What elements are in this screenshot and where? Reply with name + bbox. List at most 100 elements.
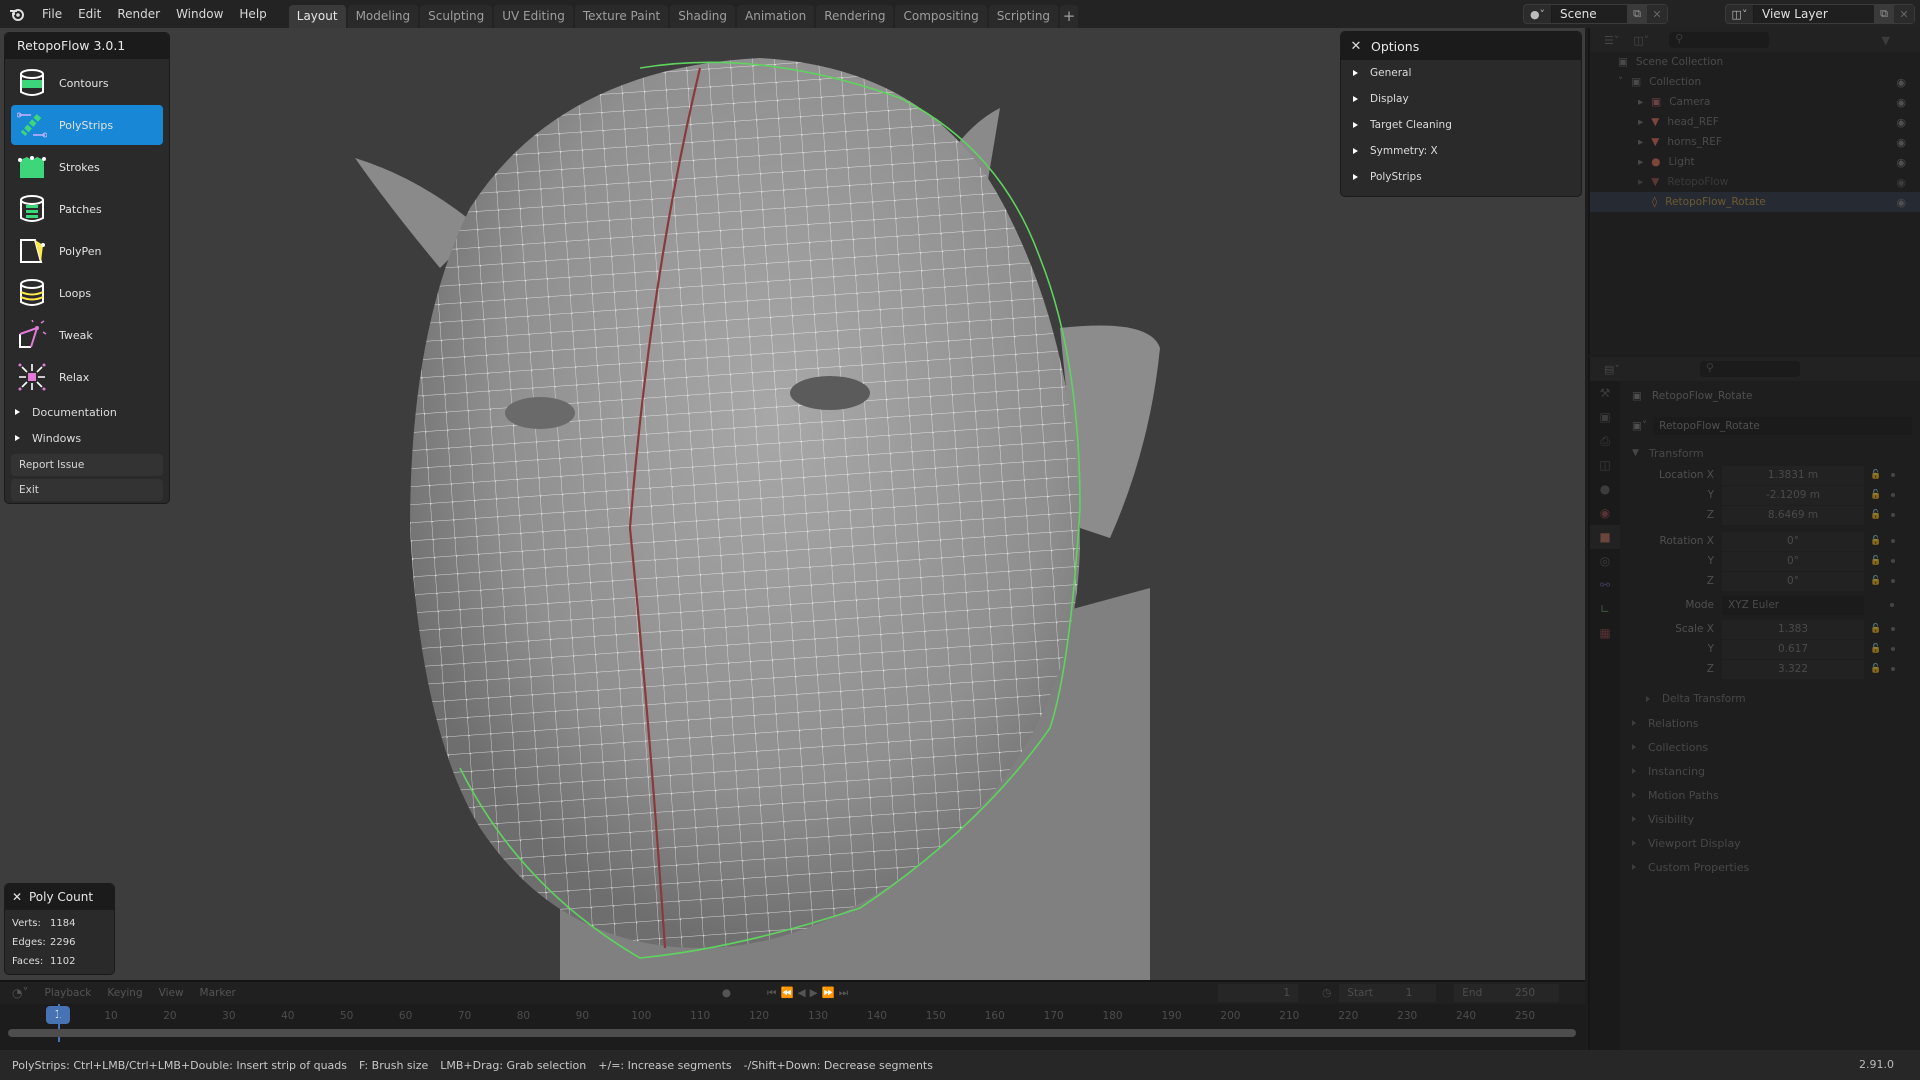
lock-icon[interactable]: 🔓 (1870, 624, 1881, 634)
outliner-item[interactable]: ▸ ▼ horns_REF ◉ (1590, 132, 1920, 152)
tool-tweak[interactable]: Tweak (11, 315, 163, 355)
clock-icon[interactable]: ◷ (1322, 987, 1331, 999)
keyframe-dot-icon[interactable] (1890, 603, 1894, 607)
chevron-down-icon[interactable]: ˅ (1618, 76, 1623, 88)
render-tab-icon[interactable]: ▣ (1590, 405, 1620, 429)
keyframe-dot-icon[interactable] (1891, 667, 1896, 671)
menu-render[interactable]: Render (109, 0, 168, 28)
tab-uv-editing[interactable]: UV Editing (494, 5, 573, 28)
menu-file[interactable]: File (34, 0, 70, 28)
lock-icon[interactable]: 🔓 (1870, 490, 1881, 500)
filter-icon[interactable]: ▼ (1882, 34, 1890, 47)
tool-relax[interactable]: Relax (11, 357, 163, 397)
lock-icon[interactable]: 🔓 (1870, 470, 1881, 480)
end-field[interactable]: End 250 (1454, 984, 1559, 1002)
location-z-field[interactable]: 8.6469 m (1722, 505, 1864, 525)
texture-tab-icon[interactable]: ▦ (1590, 621, 1620, 645)
menu-keying[interactable]: Keying (107, 987, 142, 999)
exit-button[interactable]: Exit (11, 479, 163, 501)
outliner-search-input[interactable]: ⚲ (1669, 32, 1770, 48)
add-workspace-button[interactable]: + (1060, 5, 1079, 28)
view-layer-tab-icon[interactable]: ◫ (1590, 453, 1620, 477)
tab-scripting[interactable]: Scripting (988, 5, 1059, 28)
outliner-item[interactable]: ▸ ▼ head_REF ◉ (1590, 112, 1920, 132)
eye-icon[interactable]: ◉ (1896, 96, 1906, 109)
playback-controls[interactable]: ⏮⏪◀▶⏩⏭ (767, 986, 852, 1000)
rotation-y-field[interactable]: 0° (1722, 551, 1864, 571)
outliner-item[interactable]: ▸ ▣ Camera ◉ (1590, 92, 1920, 112)
tool-strokes[interactable]: Strokes (11, 147, 163, 187)
keyframe-dot-icon[interactable] (1891, 493, 1896, 497)
blender-logo-icon[interactable] (0, 0, 34, 28)
outliner-item[interactable]: ˅ ▣ Collection ◉ (1590, 72, 1920, 92)
timeline-ruler[interactable]: 1 10203040506070809010011012013014015016… (0, 1004, 1585, 1028)
poly-count-header[interactable]: ✕ Poly Count (5, 884, 114, 910)
section-documentation[interactable]: Documentation (5, 399, 169, 425)
record-icon[interactable]: ● (722, 987, 731, 999)
menu-help[interactable]: Help (231, 0, 274, 28)
eye-icon[interactable]: ◉ (1896, 156, 1906, 169)
option-general[interactable]: General (1341, 60, 1581, 86)
tool-loops[interactable]: Loops (11, 273, 163, 313)
collections-section[interactable]: Collections (1622, 735, 1920, 759)
eye-icon[interactable]: ◉ (1896, 116, 1906, 129)
outliner-item[interactable]: ▸ ● Light ◉ (1590, 152, 1920, 172)
outliner-item[interactable]: ▣ Scene Collection (1590, 52, 1920, 72)
object-name-field[interactable]: RetopoFlow_Rotate (1653, 417, 1912, 435)
tab-shading[interactable]: Shading (670, 5, 735, 28)
tab-rendering[interactable]: Rendering (816, 5, 894, 28)
tab-layout[interactable]: Layout (288, 5, 346, 28)
constraints-tab-icon[interactable]: ⚯ (1590, 573, 1620, 597)
tool-contours[interactable]: Contours (11, 63, 163, 103)
new-view-layer-icon[interactable]: ⧉ (1874, 5, 1894, 23)
menu-edit[interactable]: Edit (70, 0, 109, 28)
tab-texture-paint[interactable]: Texture Paint (574, 5, 669, 28)
lock-icon[interactable]: 🔓 (1870, 510, 1881, 520)
object-type-icon[interactable]: ▣˅ (1632, 420, 1647, 432)
eye-icon[interactable]: ◉ (1896, 176, 1906, 189)
keyframe-dot-icon[interactable] (1891, 579, 1896, 583)
tool-tab-icon[interactable]: ⚒ (1590, 381, 1620, 405)
keyframe-dot-icon[interactable] (1891, 473, 1896, 477)
rotation-mode-dropdown[interactable]: XYZ Euler (1722, 595, 1864, 615)
lock-icon[interactable]: 🔓 (1870, 576, 1881, 586)
transform-section-header[interactable]: ▼ Transform (1622, 441, 1920, 465)
keyframe-dot-icon[interactable] (1891, 647, 1896, 651)
keyframe-dot-icon[interactable] (1891, 559, 1896, 563)
menu-marker[interactable]: Marker (200, 987, 236, 999)
lock-icon[interactable]: 🔓 (1870, 664, 1881, 674)
tab-animation[interactable]: Animation (737, 5, 815, 28)
eye-icon[interactable]: ◉ (1896, 196, 1906, 209)
close-icon[interactable]: ✕ (1341, 39, 1371, 54)
rotation-x-field[interactable]: 0° (1722, 531, 1864, 551)
scene-selector[interactable]: ●˅ Scene ⧉ ✕ (1523, 4, 1668, 24)
scene-icon[interactable]: ●˅ (1524, 5, 1552, 23)
scene-name-field[interactable]: Scene (1552, 5, 1627, 23)
option-target-cleaning[interactable]: Target Cleaning (1341, 112, 1581, 138)
menu-playback[interactable]: Playback (44, 987, 91, 999)
tab-modeling[interactable]: Modeling (347, 5, 419, 28)
display-mode-icon[interactable]: ☰˅ (1604, 34, 1619, 47)
filter-mode-icon[interactable]: ◫˅ (1633, 34, 1649, 47)
tool-patches[interactable]: Patches (11, 189, 163, 229)
properties-search-input[interactable]: ⚲ (1699, 361, 1800, 377)
view-layer-icon[interactable]: ◫˅ (1726, 5, 1754, 23)
physics-tab-icon[interactable]: ◎ (1590, 549, 1620, 573)
visibility-section[interactable]: Visibility (1622, 807, 1920, 831)
custom-properties-section[interactable]: Custom Properties (1622, 855, 1920, 879)
close-icon[interactable]: ✕ (5, 890, 29, 904)
keyframe-dot-icon[interactable] (1891, 513, 1896, 517)
rotation-z-field[interactable]: 0° (1722, 571, 1864, 591)
world-tab-icon[interactable]: ◉ (1590, 501, 1620, 525)
delete-scene-icon[interactable]: ✕ (1647, 5, 1667, 23)
outliner-item-selected[interactable]: ◊ RetopoFlow_Rotate ◉ (1590, 192, 1920, 212)
scale-x-field[interactable]: 1.383 (1722, 619, 1864, 639)
current-frame-field[interactable]: 1 (1218, 984, 1299, 1002)
scale-z-field[interactable]: 3.322 (1722, 659, 1864, 679)
menu-window[interactable]: Window (168, 0, 231, 28)
options-header[interactable]: ✕ Options (1341, 32, 1581, 60)
keyframe-dot-icon[interactable] (1891, 539, 1896, 543)
viewport-display-section[interactable]: Viewport Display (1622, 831, 1920, 855)
tab-sculpting[interactable]: Sculpting (420, 5, 493, 28)
motion-paths-section[interactable]: Motion Paths (1622, 783, 1920, 807)
